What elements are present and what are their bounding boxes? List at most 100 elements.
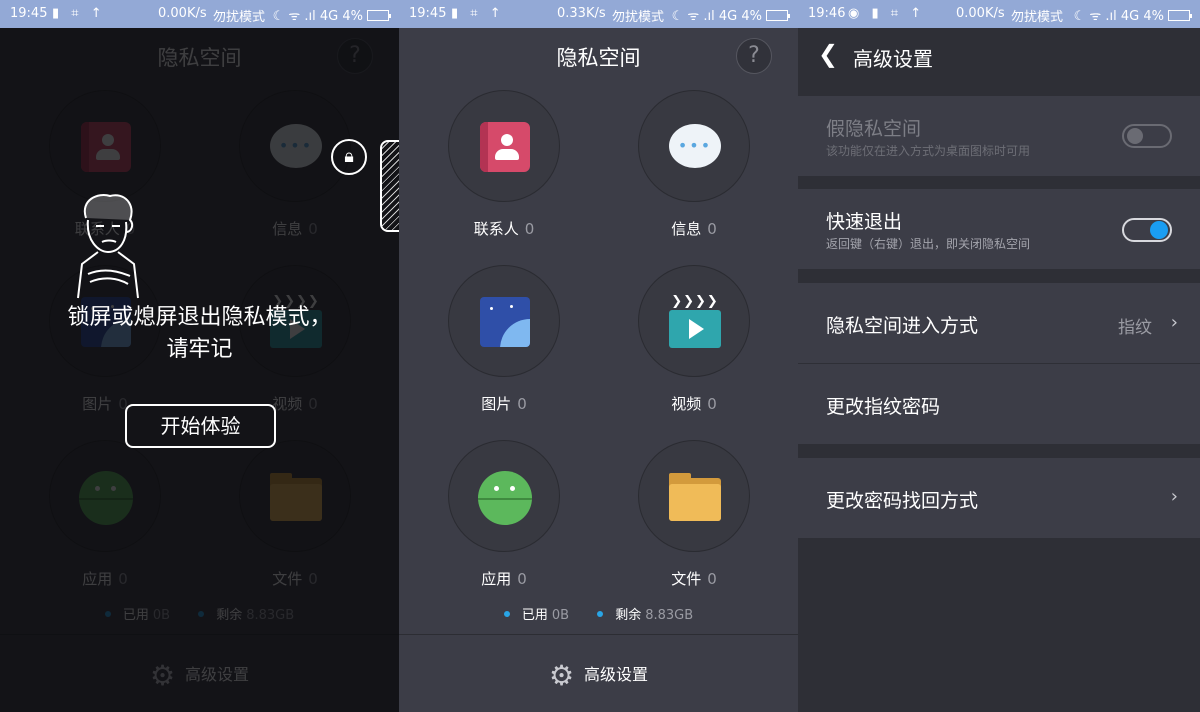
- lock-icon: 🔒︎: [331, 139, 367, 175]
- status-right-icons: ☾ ᯤ .ıl 4G 4%: [671, 6, 790, 24]
- status-right-icons: ☾ ᯤ .ıl 4G 4%: [272, 6, 391, 24]
- status-time: 19:45: [409, 6, 447, 21]
- quick-exit-toggle[interactable]: [1122, 218, 1172, 242]
- tile-label: 图片 0: [409, 393, 599, 414]
- advanced-settings-button[interactable]: ⚙ 高级设置: [399, 634, 798, 712]
- tile-count: 0: [707, 220, 717, 238]
- cartoon-man-illustration: [77, 194, 139, 299]
- hint-line-2: 请牢记: [166, 337, 233, 362]
- photos-circle: [448, 265, 560, 377]
- advanced-settings-label: 高级设置: [584, 665, 649, 684]
- files-circle: [638, 440, 750, 552]
- fake-space-toggle[interactable]: [1122, 124, 1172, 148]
- chevron-right-icon: ›: [1170, 486, 1178, 507]
- advanced-settings-screen: 19:46 ◉ ▮ ⌗ ↑ 0.00K/s 勿扰模式 ☾ ᯤ .ıl 4G 4%…: [798, 0, 1200, 712]
- signal-battery-text: ☾ ᯤ .ıl 4G 4%: [272, 9, 363, 24]
- tile-count: 0: [524, 220, 535, 238]
- status-time: 19:46: [808, 6, 846, 21]
- used-value: 0B: [551, 608, 570, 623]
- back-arrow-icon[interactable]: ❮: [818, 40, 838, 68]
- setting-title: 假隐私空间: [826, 118, 922, 140]
- tile-count: 0: [707, 395, 717, 413]
- network-speed: 0.33K/s: [557, 6, 606, 21]
- battery-icon: [766, 10, 790, 21]
- used-label: 已用: [521, 608, 548, 623]
- storage-used: 已用0B: [503, 604, 570, 623]
- apps-circle: [448, 440, 560, 552]
- android-icon: [478, 471, 532, 525]
- tile-label: 视频 0: [599, 393, 789, 414]
- help-icon[interactable]: ?: [736, 38, 772, 74]
- status-bar: 19:45 ▮ ⌗ ↑ 0.00K/s 勿扰模式 ☾ ᯤ .ıl 4G 4%: [0, 0, 399, 28]
- signal-battery-text: ☾ ᯤ .ıl 4G 4%: [671, 9, 762, 24]
- overlay-mask: [0, 28, 399, 712]
- entry-method-value: 指纹: [1118, 318, 1152, 338]
- settings-title: 高级设置: [853, 47, 933, 71]
- tile-label: 信息 0: [599, 218, 789, 239]
- tile-apps[interactable]: 应用 0: [409, 440, 599, 589]
- status-bar: 19:46 ◉ ▮ ⌗ ↑ 0.00K/s 勿扰模式 ☾ ᯤ .ıl 4G 4%: [798, 0, 1200, 28]
- setting-title: 隐私空间进入方式: [826, 315, 979, 337]
- tile-name: 文件: [671, 570, 702, 588]
- storage-info: 已用0B 剩余8.83GB: [399, 604, 798, 623]
- setting-fake-space: 假隐私空间 该功能仅在进入方式为桌面图标时可用: [798, 96, 1200, 176]
- contacts-icon: [480, 122, 530, 172]
- setting-change-fingerprint-password[interactable]: 更改指纹密码: [798, 364, 1200, 444]
- free-label: 剩余: [615, 608, 642, 623]
- tile-videos[interactable]: ❯❯❯❯ 视频 0: [599, 265, 789, 414]
- battery-icon: [1168, 10, 1192, 21]
- tile-label: 文件 0: [599, 568, 789, 589]
- onboarding-hint: 锁屏或熄屏退出隐私模式， 请牢记: [0, 302, 399, 366]
- messages-circle: •••: [638, 90, 750, 202]
- signal-battery-text: ☾ ᯤ .ıl 4G 4%: [1073, 9, 1164, 24]
- tile-contacts[interactable]: 联系人 0: [409, 90, 599, 239]
- setting-title: 更改密码找回方式: [826, 490, 979, 512]
- tile-name: 视频: [671, 395, 702, 413]
- settings-header: ❮ 高级设置: [798, 28, 1200, 84]
- top-bar: 隐私空间 ?: [399, 28, 798, 84]
- chevron-right-icon: ›: [1170, 312, 1178, 333]
- network-speed: 0.00K/s: [158, 6, 207, 21]
- setting-change-recovery[interactable]: 更改密码找回方式 ›: [798, 458, 1200, 538]
- video-icon: ❯❯❯❯: [669, 295, 721, 348]
- dnd-label: 勿扰模式: [213, 10, 266, 25]
- tile-photos[interactable]: 图片 0: [409, 265, 599, 414]
- setting-entry-method[interactable]: 隐私空间进入方式 指纹 ›: [798, 283, 1200, 363]
- phone-edge-illustration: [380, 140, 399, 232]
- gear-icon: ⚙: [548, 659, 575, 692]
- setting-desc: 该功能仅在进入方式为桌面图标时可用: [826, 144, 1031, 158]
- status-right-icons: ☾ ᯤ .ıl 4G 4%: [1073, 6, 1192, 24]
- tile-files[interactable]: 文件 0: [599, 440, 789, 589]
- tile-name: 应用: [481, 570, 512, 588]
- start-experience-button[interactable]: 开始体验: [125, 404, 276, 448]
- setting-title: 快速退出: [826, 211, 903, 233]
- tile-count: 0: [517, 570, 527, 588]
- tile-count: 0: [707, 570, 717, 588]
- tile-name: 信息: [671, 220, 702, 238]
- status-time: 19:45: [10, 6, 48, 21]
- setting-desc: 返回键（右键）退出，即关闭隐私空间: [826, 237, 1031, 251]
- status-bar: 19:45 ▮ ⌗ ↑ 0.33K/s 勿扰模式 ☾ ᯤ .ıl 4G 4%: [399, 0, 798, 28]
- tile-name: 图片: [481, 395, 512, 413]
- status-icons: ▮ ⌗ ↑: [52, 6, 106, 21]
- tile-label: 联系人 0: [409, 218, 599, 239]
- photo-icon: [480, 297, 530, 347]
- privacy-space-screen: 19:45 ▮ ⌗ ↑ 0.33K/s 勿扰模式 ☾ ᯤ .ıl 4G 4% 隐…: [399, 0, 798, 712]
- setting-quick-exit[interactable]: 快速退出 返回键（右键）退出，即关闭隐私空间: [798, 189, 1200, 269]
- hint-line-1: 锁屏或熄屏退出隐私模式，: [67, 305, 332, 330]
- tile-messages[interactable]: ••• 信息 0: [599, 90, 789, 239]
- storage-free: 剩余8.83GB: [597, 604, 693, 623]
- battery-icon: [367, 10, 391, 21]
- dnd-label: 勿扰模式: [1011, 10, 1064, 25]
- tile-label: 应用 0: [409, 568, 599, 589]
- tile-count: 0: [517, 395, 527, 413]
- status-icons: ▮ ⌗ ↑: [451, 6, 505, 21]
- dnd-label: 勿扰模式: [612, 10, 665, 25]
- contacts-circle: [448, 90, 560, 202]
- network-speed: 0.00K/s: [956, 6, 1005, 21]
- videos-circle: ❯❯❯❯: [638, 265, 750, 377]
- free-value: 8.83GB: [645, 608, 694, 623]
- setting-title: 更改指纹密码: [826, 396, 941, 418]
- tile-name: 联系人: [473, 220, 519, 238]
- message-icon: •••: [669, 124, 721, 168]
